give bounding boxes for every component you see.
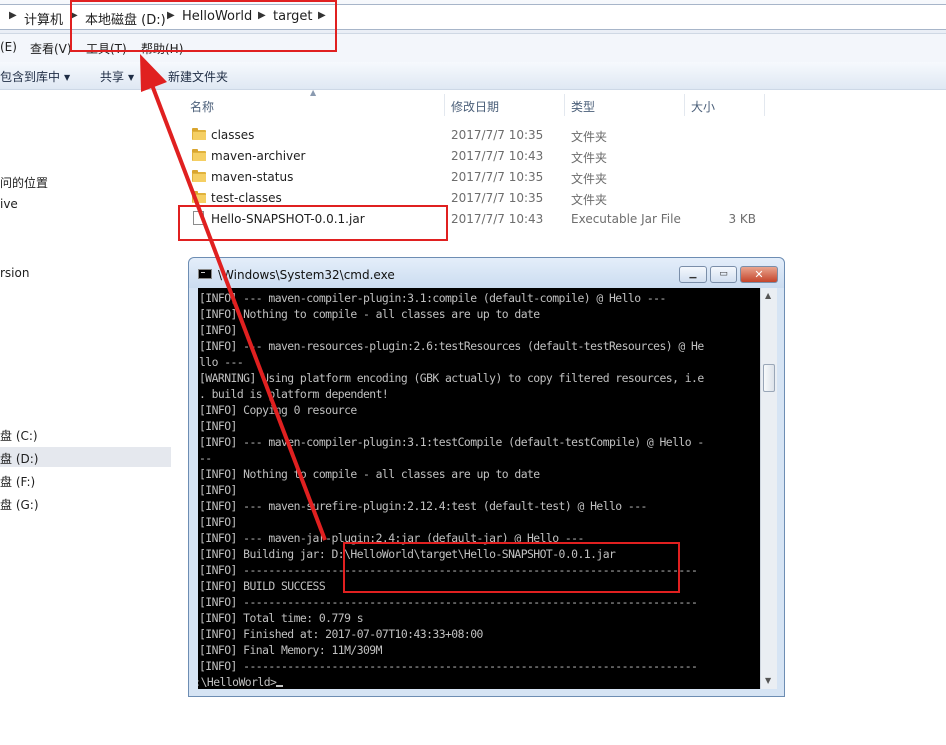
close-button[interactable]: ✕ <box>740 266 778 283</box>
file-type: 文件夹 <box>571 130 608 144</box>
command-bar <box>0 62 946 90</box>
sort-ascending-icon: ▲ <box>310 88 317 97</box>
maximize-button[interactable]: ▭ <box>710 266 737 283</box>
share-label: 共享 <box>100 70 125 84</box>
file-size: 3 KB <box>728 212 756 226</box>
cmd-icon <box>198 269 212 279</box>
folder-icon <box>192 149 206 161</box>
console-line: [INFO] <box>199 483 237 497</box>
scroll-up-icon[interactable]: ▲ <box>765 291 771 300</box>
column-divider[interactable] <box>764 94 765 116</box>
console-line: [INFO] --- maven-surefire-plugin:2.12.4:… <box>199 499 647 513</box>
column-header-date[interactable]: 修改日期 <box>451 98 499 115</box>
console-line: [INFO] --- maven-resources-plugin:2.6:te… <box>199 339 704 353</box>
console-line: [INFO] ---------------------------------… <box>199 595 698 609</box>
breadcrumb-computer[interactable]: 计算机 <box>24 9 63 28</box>
file-type: 文件夹 <box>571 172 608 186</box>
console-line: [WARNING] Using platform encoding (GBK a… <box>199 371 704 385</box>
folder-icon <box>192 128 206 140</box>
nav-item-drive-d[interactable]: 盘 (D:) <box>0 450 38 467</box>
file-name: maven-status <box>211 170 294 184</box>
column-header-name[interactable]: 名称 <box>190 98 214 115</box>
annotation-box-path <box>70 0 337 52</box>
include-in-library-button[interactable]: 包含到库中 ▼ <box>0 68 70 85</box>
text-cursor <box>276 685 284 687</box>
console-line: [INFO] Nothing to compile - all classes … <box>199 467 540 481</box>
file-date: 2017/7/7 10:43 <box>451 212 544 226</box>
console-line: -- <box>199 451 212 465</box>
file-row-classes[interactable]: classes 2017/7/7 10:35 文件夹 <box>188 125 768 146</box>
console-line: . build is platform dependent! <box>199 387 389 401</box>
column-divider[interactable] <box>564 94 565 116</box>
annotation-box-build-jar <box>343 542 680 593</box>
nav-item-drive[interactable]: ive <box>0 197 18 211</box>
minimize-button[interactable]: ▁ <box>679 266 707 283</box>
file-date: 2017/7/7 10:35 <box>451 128 544 142</box>
file-name: test-classes <box>211 191 282 205</box>
folder-icon <box>192 191 206 203</box>
console-prompt-text: D:\HelloWorld> <box>198 675 277 689</box>
column-divider[interactable] <box>444 94 445 116</box>
console-line: [INFO] --- maven-compiler-plugin:3.1:com… <box>199 291 666 305</box>
nav-item-drive-g[interactable]: 盘 (G:) <box>0 496 39 513</box>
file-type: 文件夹 <box>571 193 608 207</box>
nav-item-drive-c[interactable]: 盘 (C:) <box>0 427 38 444</box>
cmd-window-title: \Windows\System32\cmd.exe <box>218 268 395 282</box>
file-date: 2017/7/7 10:35 <box>451 191 544 205</box>
share-button[interactable]: 共享 ▼ <box>100 68 134 85</box>
annotation-box-jar-file <box>178 205 448 241</box>
folder-icon <box>192 170 206 182</box>
nav-item-recent-places[interactable]: 问的位置 <box>0 174 48 191</box>
console-line: [INFO] Final Memory: 11M/309M <box>199 643 382 657</box>
console-line: llo --- <box>199 355 244 369</box>
console-line: [INFO] --- maven-compiler-plugin:3.1:tes… <box>199 435 704 449</box>
file-row-maven-archiver[interactable]: maven-archiver 2017/7/7 10:43 文件夹 <box>188 146 768 167</box>
chevron-down-icon: ▼ <box>64 73 71 82</box>
column-header-size[interactable]: 大小 <box>691 98 715 115</box>
vertical-scrollbar[interactable]: ▲ ▼ <box>760 288 777 689</box>
console-line: [INFO] ---------------------------------… <box>199 659 698 673</box>
nav-item-drive-f[interactable]: 盘 (F:) <box>0 473 35 490</box>
chevron-right-icon[interactable]: ▶ <box>9 10 17 21</box>
scrollbar-thumb[interactable] <box>763 364 775 392</box>
file-type: 文件夹 <box>571 151 608 165</box>
console-line: [INFO] <box>199 515 237 529</box>
file-name: classes <box>211 128 255 142</box>
cmd-window[interactable]: \Windows\System32\cmd.exe ▁ ▭ ✕ [INFO] -… <box>188 257 785 697</box>
console-prompt[interactable]: D:\HelloWorld> <box>198 674 284 689</box>
file-name: maven-archiver <box>211 149 306 163</box>
new-folder-button[interactable]: 新建文件夹 <box>168 68 228 85</box>
console-line: [INFO] Nothing to compile - all classes … <box>199 307 540 321</box>
console-line: [INFO] Total time: 0.779 s <box>199 611 364 625</box>
menu-edit[interactable]: (E) <box>0 40 17 54</box>
console-line: [INFO] Copying 0 resource <box>199 403 357 417</box>
file-type: Executable Jar File <box>571 212 681 226</box>
column-divider[interactable] <box>684 94 685 116</box>
console-output[interactable]: [INFO] --- maven-compiler-plugin:3.1:com… <box>198 288 760 689</box>
menu-view[interactable]: 查看(V) <box>30 40 72 57</box>
column-header-type[interactable]: 类型 <box>571 98 595 115</box>
nav-item-version[interactable]: rsion <box>0 266 29 280</box>
console-line: [INFO] Finished at: 2017-07-07T10:43:33+… <box>199 627 483 641</box>
file-row-maven-status[interactable]: maven-status 2017/7/7 10:35 文件夹 <box>188 167 768 188</box>
file-date: 2017/7/7 10:35 <box>451 170 544 184</box>
chevron-down-icon: ▼ <box>128 73 135 82</box>
console-line: [INFO] BUILD SUCCESS <box>199 579 326 593</box>
file-date: 2017/7/7 10:43 <box>451 149 544 163</box>
include-in-library-label: 包含到库中 <box>0 70 61 84</box>
console-line: [INFO] <box>199 419 237 433</box>
console-line: [INFO] <box>199 323 237 337</box>
cmd-title-bar[interactable]: \Windows\System32\cmd.exe ▁ ▭ ✕ <box>189 258 784 288</box>
scroll-down-icon[interactable]: ▼ <box>765 676 771 685</box>
